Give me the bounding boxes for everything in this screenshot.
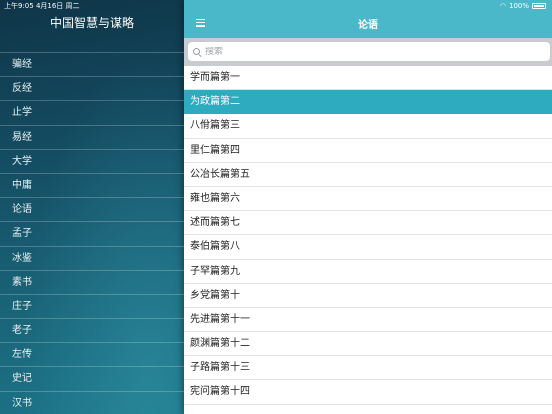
- sidebar-title: 中国智慧与谋略: [49, 16, 134, 30]
- battery-percent: 100%: [508, 2, 529, 10]
- page-title: 论语: [358, 20, 378, 31]
- sidebar-item-daxue[interactable]: 大学: [0, 148, 184, 173]
- sidebar-item-zhuangzi[interactable]: 庄子: [0, 293, 184, 318]
- sidebar: 上午9:05 4月16日 周二 中国智慧与谋略 骗经 反经 止学 易经 大学 中…: [0, 0, 184, 414]
- search-box[interactable]: [188, 42, 550, 61]
- search-input[interactable]: [205, 46, 505, 57]
- status-time-date: 上午9:05 4月16日 周二: [4, 2, 80, 10]
- sidebar-item-laozi[interactable]: 老子: [0, 318, 184, 342]
- sidebar-item-sushu[interactable]: 素书: [0, 269, 184, 294]
- search-icon: [193, 47, 201, 56]
- sidebar-item-mengzi[interactable]: 孟子: [0, 221, 184, 245]
- chapter-item[interactable]: 先进篇第十一: [184, 308, 552, 333]
- wifi-icon: ◠: [499, 2, 506, 10]
- chapter-item[interactable]: 乡党篇第十: [184, 284, 552, 308]
- chapter-item[interactable]: 学而篇第一: [184, 66, 552, 91]
- chapter-item[interactable]: 公冶长篇第五: [184, 163, 552, 187]
- sidebar-item-lunyu[interactable]: 论语: [0, 197, 184, 221]
- chapter-item[interactable]: 子罕篇第九: [184, 260, 552, 284]
- chapter-item[interactable]: 八佾篇第三: [184, 114, 552, 139]
- sidebar-item-zhongyong[interactable]: 中庸: [0, 172, 184, 197]
- sidebar-item-fanjing[interactable]: 反经: [0, 76, 184, 100]
- sidebar-item-zhixue[interactable]: 止学: [0, 100, 184, 124]
- sidebar-list: 骗经 反经 止学 易经 大学 中庸 论语 孟子 冰鉴 素书 庄子 老子 左传 史…: [0, 52, 184, 414]
- sidebar-item-zuozhuan[interactable]: 左传: [0, 342, 184, 366]
- chapter-item[interactable]: 里仁篇第四: [184, 139, 552, 163]
- nav-bar: ◠ 100% 论语: [184, 0, 552, 38]
- chapter-item[interactable]: 雍也篇第六: [184, 187, 552, 212]
- chapter-item-selected[interactable]: 为政篇第二: [184, 90, 552, 115]
- search-bar: [184, 38, 552, 66]
- chapter-item[interactable]: 泰伯篇第八: [184, 235, 552, 260]
- sidebar-item-hanshu[interactable]: 汉书: [0, 390, 184, 414]
- status-right: ◠ 100%: [500, 1, 546, 11]
- main-panel: ◠ 100% 论语 学而篇第一 为政篇第二 八佾篇第三 里仁篇第四 公冶长篇第五…: [184, 0, 552, 414]
- chapter-item[interactable]: 宪问篇第十四: [184, 380, 552, 405]
- battery-icon: [532, 3, 546, 9]
- sidebar-item-shiji[interactable]: 史记: [0, 366, 184, 390]
- chapter-item[interactable]: 颜渊篇第十二: [184, 332, 552, 357]
- chapter-item[interactable]: 子路篇第十三: [184, 356, 552, 381]
- sidebar-item-yijing[interactable]: 易经: [0, 124, 184, 149]
- sidebar-item-bingjian[interactable]: 冰鉴: [0, 245, 184, 270]
- chapter-list: 学而篇第一 为政篇第二 八佾篇第三 里仁篇第四 公冶长篇第五 雍也篇第六 述而篇…: [184, 66, 552, 405]
- sidebar-item-pianjing[interactable]: 骗经: [0, 52, 184, 76]
- chapter-item[interactable]: 述而篇第七: [184, 211, 552, 236]
